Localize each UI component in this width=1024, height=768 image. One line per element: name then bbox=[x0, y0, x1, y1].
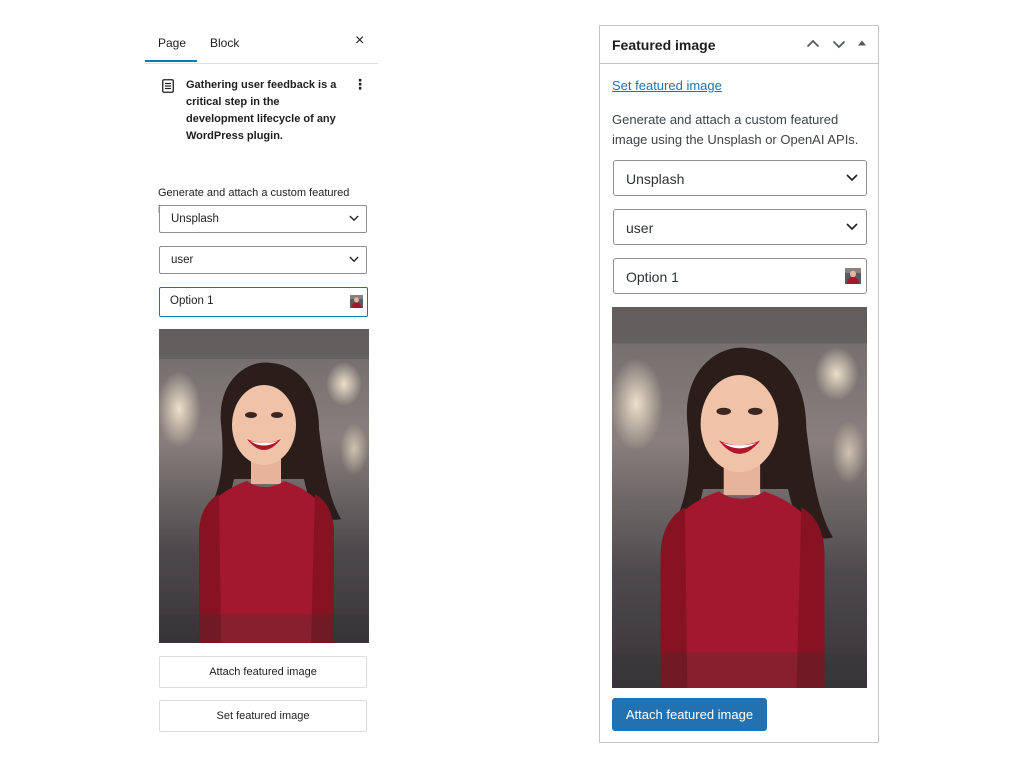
set-featured-image-link[interactable]: Set featured image bbox=[612, 78, 722, 93]
image-option-value: Option 1 bbox=[170, 295, 214, 307]
featured-image-preview bbox=[159, 329, 369, 643]
post-icon bbox=[162, 79, 174, 93]
image-option-value: Option 1 bbox=[626, 269, 679, 285]
image-source-select[interactable]: Unsplash bbox=[613, 160, 867, 196]
image-thumbnail-icon bbox=[845, 268, 861, 284]
tab-page[interactable]: Page bbox=[158, 36, 186, 50]
chevron-up-icon[interactable] bbox=[806, 37, 820, 51]
image-option-input[interactable]: Option 1 bbox=[613, 258, 867, 294]
search-query-select[interactable]: user bbox=[613, 209, 867, 245]
image-source-select[interactable]: Unsplash bbox=[159, 205, 367, 233]
image-thumbnail-icon bbox=[350, 295, 363, 308]
block-editor-sidebar: Page Block × Gathering user feedback is … bbox=[145, 25, 378, 745]
chevron-down-icon bbox=[846, 223, 858, 231]
chevron-down-icon[interactable] bbox=[832, 37, 846, 51]
image-source-value: Unsplash bbox=[171, 213, 219, 225]
search-query-value: user bbox=[171, 254, 194, 266]
image-source-value: Unsplash bbox=[626, 171, 685, 187]
plugin-description: Generate and attach a custom featured im… bbox=[612, 112, 859, 147]
featured-image-metabox: Featured image Set featured image Genera… bbox=[599, 25, 879, 743]
search-query-value: user bbox=[626, 220, 654, 236]
metabox-title: Featured image bbox=[612, 37, 716, 53]
search-query-select[interactable]: user bbox=[159, 246, 367, 274]
attach-featured-image-button[interactable]: Attach featured image bbox=[159, 656, 367, 688]
chevron-down-icon bbox=[349, 215, 359, 222]
featured-image-preview bbox=[612, 307, 867, 688]
triangle-up-icon[interactable] bbox=[857, 38, 867, 48]
post-title: Gathering user feedback is a critical st… bbox=[186, 79, 337, 142]
close-icon[interactable]: × bbox=[355, 33, 364, 49]
more-vertical-icon[interactable]: ⋮ bbox=[353, 77, 367, 91]
chevron-down-icon bbox=[349, 256, 359, 263]
image-option-input[interactable]: Option 1 bbox=[159, 287, 368, 317]
set-featured-image-button[interactable]: Set featured image bbox=[159, 700, 367, 732]
chevron-down-icon bbox=[846, 174, 858, 182]
active-tab-indicator bbox=[145, 60, 197, 62]
metabox-header: Featured image bbox=[600, 26, 878, 64]
sidebar-tabs: Page Block × bbox=[145, 25, 378, 64]
attach-featured-image-button[interactable]: Attach featured image bbox=[612, 698, 767, 731]
tab-block[interactable]: Block bbox=[210, 36, 239, 50]
